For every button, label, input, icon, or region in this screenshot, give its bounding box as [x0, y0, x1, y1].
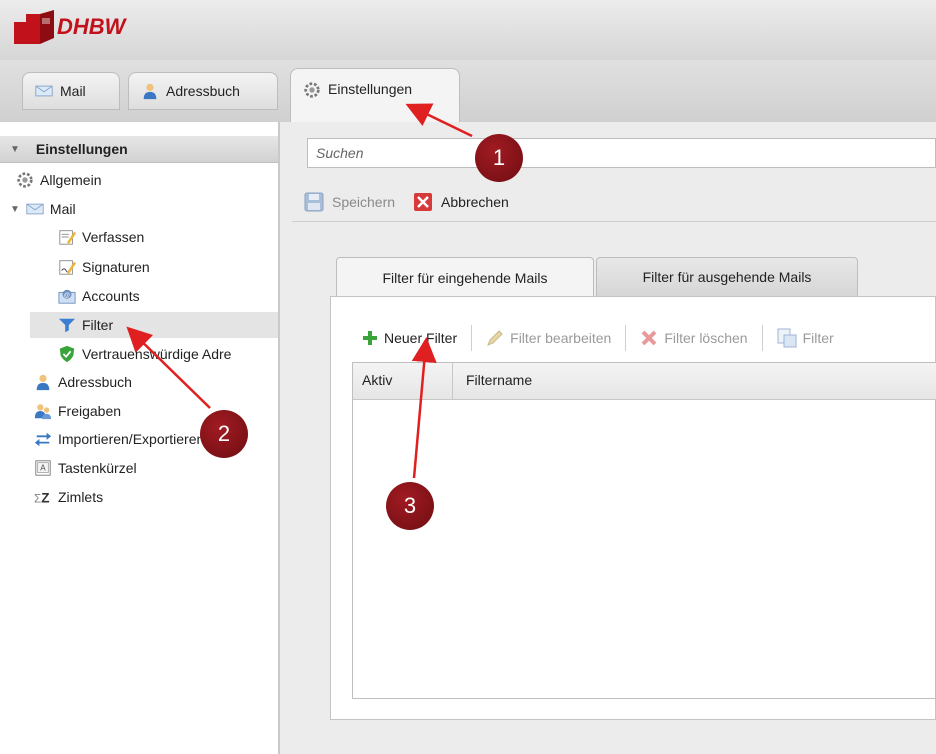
annotation-arrows	[126, 103, 473, 479]
annotation-marker-3: 3	[386, 482, 434, 530]
annotation-marker-1: 1	[475, 134, 523, 182]
annotation-marker-2: 2	[200, 410, 248, 458]
arrow-to-einstellungen	[405, 103, 473, 138]
arrow-to-neuer-filter	[411, 337, 437, 479]
arrow-to-filter	[126, 326, 211, 409]
